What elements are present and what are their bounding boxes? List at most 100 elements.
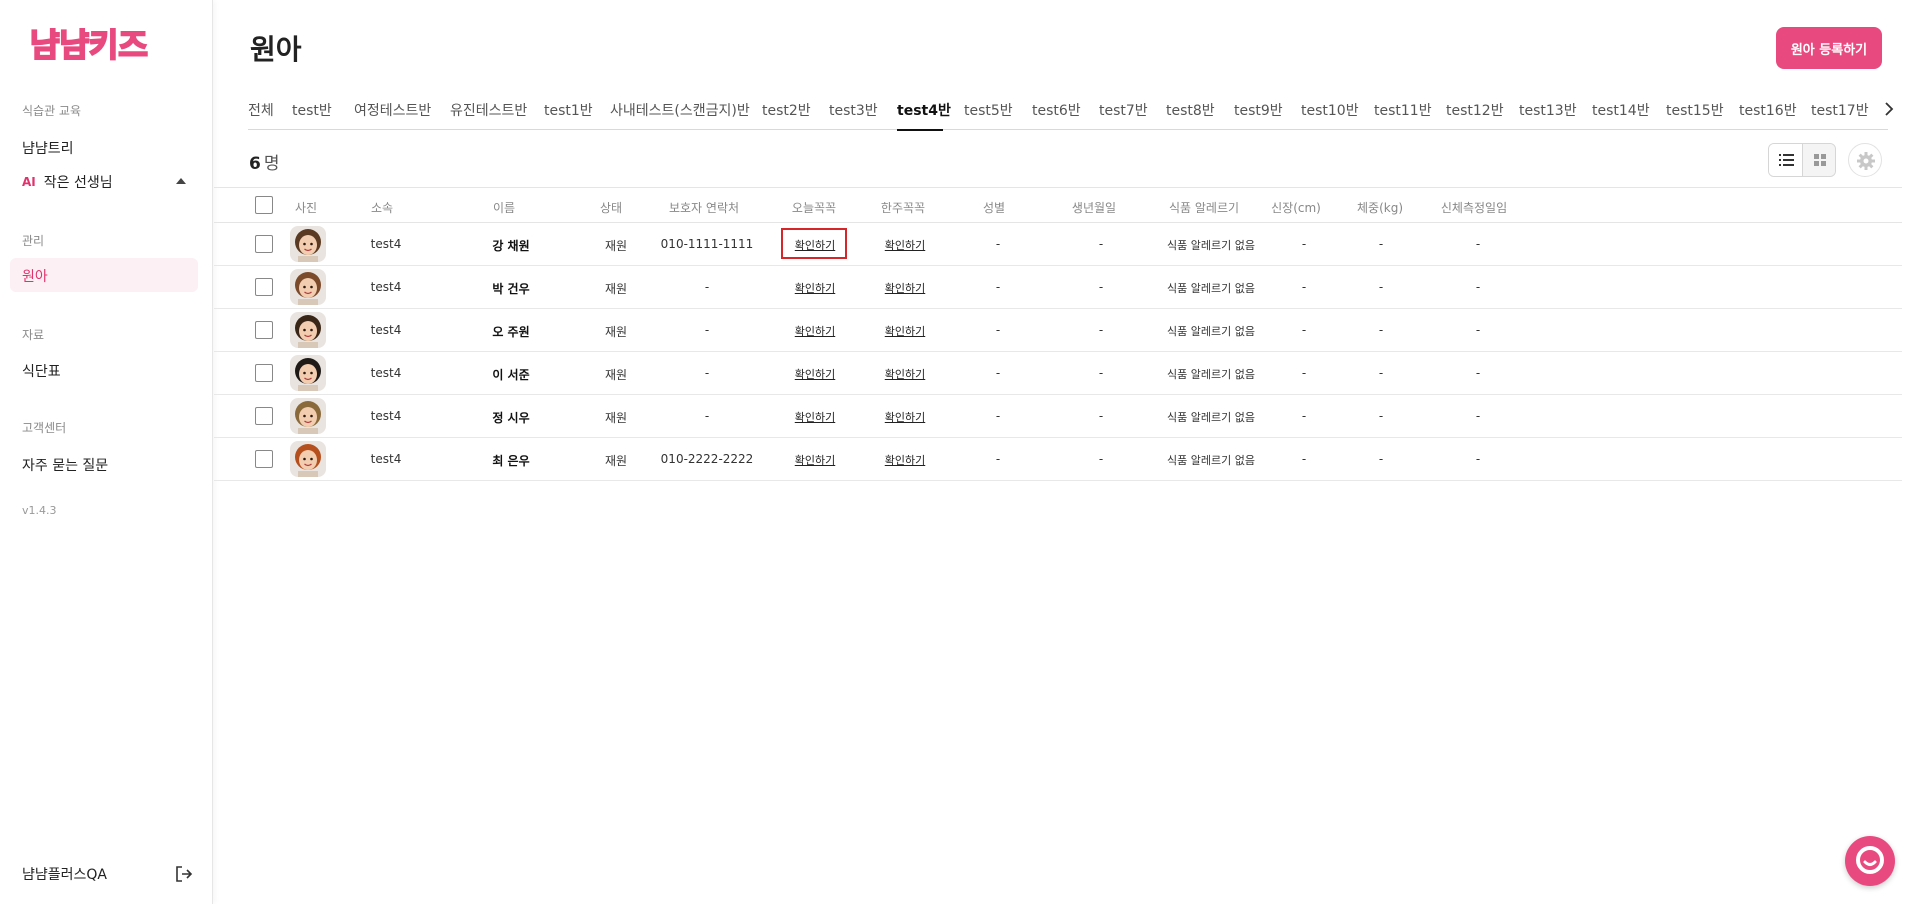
table-row[interactable]: test4 오 주원 재원 - 확인하기 확인하기 - - 식품 알레르기 없음 - - - <box>214 309 1902 352</box>
weight-cell: - <box>1378 409 1384 423</box>
row-checkbox[interactable] <box>255 278 273 296</box>
table-row[interactable]: test4 이 서준 재원 - 확인하기 확인하기 - - 식품 알레르기 없음 - - - <box>214 352 1902 395</box>
tab-9[interactable]: test5반 <box>964 100 1013 120</box>
guardian-phone-cell: 010-1111-1111 <box>660 237 754 251</box>
class-cell: test4 <box>370 409 402 423</box>
user-row: 냠냠플러스QA <box>22 864 194 886</box>
class-cell: test4 <box>370 323 402 337</box>
tab-8[interactable]: test4반 <box>897 100 951 120</box>
chevron-right-icon[interactable] <box>1882 100 1896 118</box>
row-checkbox[interactable] <box>255 407 273 425</box>
height-cell: - <box>1301 366 1307 380</box>
section-title-support: 고객센터 <box>22 421 67 435</box>
allergy-cell: 식품 알레르기 없음 <box>1167 239 1255 252</box>
today-check-link[interactable]: 확인하기 <box>795 452 835 468</box>
allergy-cell: 식품 알레르기 없음 <box>1167 368 1255 381</box>
weight-cell: - <box>1378 280 1384 294</box>
sidebar-item-yumtree[interactable]: 냠냠트리 <box>22 138 74 158</box>
status-cell: 재원 <box>604 282 628 296</box>
section-title-habit: 식습관 교육 <box>22 104 82 118</box>
sidebar-item-faq[interactable]: 자주 묻는 질문 <box>22 455 108 475</box>
sidebar-item-label: 원아 <box>22 269 48 285</box>
tab-21[interactable]: test17반 <box>1811 100 1869 120</box>
table-row[interactable]: test4 강 채원 재원 010-1111-1111 확인하기 확인하기 - - 식품 알레르… <box>214 223 1902 266</box>
table-row[interactable]: test4 최 은우 재원 010-2222-2222 확인하기 확인하기 - - 식품 알레르… <box>214 438 1902 481</box>
allergy-cell: 식품 알레르기 없음 <box>1167 325 1255 338</box>
select-all-checkbox[interactable] <box>255 196 273 214</box>
column-header-9: 식품 알레르기 <box>1168 201 1240 215</box>
list-view-button[interactable] <box>1769 144 1803 176</box>
week-check-link[interactable]: 확인하기 <box>885 409 925 425</box>
tab-18[interactable]: test14반 <box>1592 100 1650 120</box>
tab-15[interactable]: test11반 <box>1374 100 1432 120</box>
sidebar-item-children[interactable]: 원아 <box>10 258 198 292</box>
tab-12[interactable]: test8반 <box>1166 100 1215 120</box>
tab-1[interactable]: test반 <box>292 100 332 120</box>
tab-14[interactable]: test10반 <box>1301 100 1359 120</box>
sidebar-item-ai-teacher[interactable]: AI 작은 선생님 <box>22 172 192 192</box>
height-cell: - <box>1301 323 1307 337</box>
tab-17[interactable]: test13반 <box>1519 100 1577 120</box>
name-cell: 강 채원 <box>492 239 530 253</box>
week-check-link[interactable]: 확인하기 <box>885 237 925 253</box>
today-check-link[interactable]: 확인하기 <box>795 409 835 425</box>
column-header-8: 생년월일 <box>1071 201 1117 215</box>
tab-11[interactable]: test7반 <box>1099 100 1148 120</box>
row-checkbox[interactable] <box>255 450 273 468</box>
grid-icon <box>1814 154 1826 166</box>
measure-date-cell: - <box>1475 366 1481 380</box>
class-cell: test4 <box>370 237 402 251</box>
tab-19[interactable]: test15반 <box>1666 100 1724 120</box>
week-check-link[interactable]: 확인하기 <box>885 323 925 339</box>
tab-4[interactable]: test1반 <box>544 100 593 120</box>
row-checkbox[interactable] <box>255 364 273 382</box>
height-cell: - <box>1301 409 1307 423</box>
table-row[interactable]: test4 박 건우 재원 - 확인하기 확인하기 - - 식품 알레르기 없음 - - - <box>214 266 1902 309</box>
avatar <box>290 398 326 434</box>
gender-cell: - <box>995 323 1001 337</box>
today-check-link[interactable]: 확인하기 <box>795 366 835 382</box>
row-checkbox[interactable] <box>255 321 273 339</box>
column-header-4: 보호자 연락처 <box>668 201 740 215</box>
avatar <box>290 269 326 305</box>
tab-6[interactable]: test2반 <box>762 100 811 120</box>
tab-10[interactable]: test6반 <box>1032 100 1081 120</box>
version-label: v1.4.3 <box>22 504 57 517</box>
chat-support-button[interactable] <box>1845 836 1895 886</box>
sidebar-item-meal-plan[interactable]: 식단표 <box>22 361 61 381</box>
logout-icon[interactable] <box>174 864 194 884</box>
guardian-phone-cell: - <box>704 323 710 337</box>
week-check-link[interactable]: 확인하기 <box>885 452 925 468</box>
column-header-0: 사진 <box>294 201 318 215</box>
section-title-manage: 관리 <box>22 234 45 248</box>
tab-3[interactable]: 유진테스트반 <box>450 100 527 120</box>
column-header-2: 이름 <box>492 201 516 215</box>
tab-20[interactable]: test16반 <box>1739 100 1797 120</box>
grid-view-button[interactable] <box>1803 144 1835 176</box>
measure-date-cell: - <box>1475 452 1481 466</box>
today-check-link[interactable]: 확인하기 <box>795 280 835 296</box>
highlight-box <box>781 228 847 259</box>
tab-0[interactable]: 전체 <box>248 100 274 120</box>
chevron-up-icon[interactable] <box>176 178 186 184</box>
week-check-link[interactable]: 확인하기 <box>885 280 925 296</box>
week-check-link[interactable]: 확인하기 <box>885 366 925 382</box>
settings-button[interactable] <box>1848 143 1882 177</box>
today-check-link[interactable]: 확인하기 <box>795 323 835 339</box>
allergy-cell: 식품 알레르기 없음 <box>1167 282 1255 295</box>
tab-16[interactable]: test12반 <box>1446 100 1504 120</box>
table-row[interactable]: test4 정 시우 재원 - 확인하기 확인하기 - - 식품 알레르기 없음 - - - <box>214 395 1902 438</box>
class-cell: test4 <box>370 366 402 380</box>
tab-5[interactable]: 사내테스트(스캔금지)반 <box>610 100 750 120</box>
tab-7[interactable]: test3반 <box>829 100 878 120</box>
register-child-button[interactable]: 원아 등록하기 <box>1776 27 1882 69</box>
class-tabs: 전체 test반 여정테스트반 유진테스트반 test1반 사내테스트(스캔금지)반 tes… <box>248 90 1888 131</box>
tab-13[interactable]: test9반 <box>1234 100 1283 120</box>
column-header-5: 오늘꼭꼭 <box>791 201 837 215</box>
child-count: 6명 <box>249 149 279 174</box>
name-cell: 박 건우 <box>492 282 530 296</box>
row-checkbox[interactable] <box>255 235 273 253</box>
brand-logo[interactable]: 냠냠키즈 <box>30 24 180 64</box>
tab-2[interactable]: 여정테스트반 <box>354 100 431 120</box>
avatar <box>290 441 326 477</box>
